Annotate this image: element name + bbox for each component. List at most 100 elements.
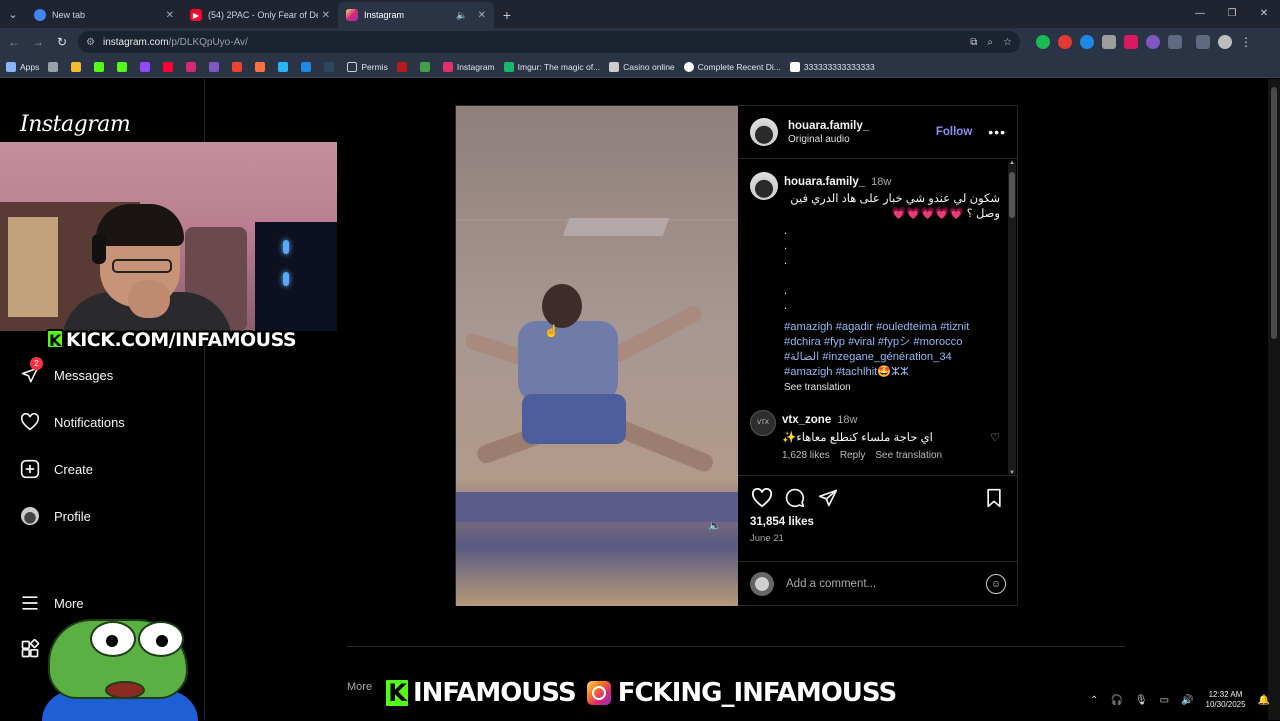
extensions-puzzle-icon[interactable] [1168, 35, 1182, 49]
caption-username[interactable]: houara.family_ [784, 176, 865, 188]
instagram-logo[interactable]: Instagram [20, 112, 131, 137]
bookmark-icon-only[interactable] [48, 61, 62, 72]
bookmark-icon-only[interactable] [163, 61, 177, 72]
hashtag-link[interactable]: #amazigh [784, 321, 833, 333]
page-scrollbar[interactable] [1268, 79, 1280, 720]
comments-scrollbar[interactable]: ▲ ▼ [1008, 160, 1016, 475]
bookmark-imgur[interactable]: Imgur: The magic of... [503, 61, 600, 72]
audio-toggle-icon[interactable]: 🔈 [708, 519, 722, 532]
microphone-icon[interactable]: 🎙 [1135, 695, 1148, 706]
bookmark-github[interactable]: Complete Recent Di... [683, 61, 781, 72]
hashtag-link[interactable]: #الضالة [784, 351, 819, 363]
minimize-button[interactable]: — [1184, 0, 1216, 26]
follow-button[interactable]: Follow [936, 126, 972, 138]
extension-blue-icon[interactable] [1080, 35, 1094, 49]
reload-button[interactable]: ↻ [50, 30, 74, 54]
likes-count[interactable]: 31,854 likes [750, 516, 814, 528]
install-app-icon[interactable]: ⧉ [970, 37, 977, 48]
bookmark-icon-only[interactable] [232, 61, 246, 72]
tab-instagram[interactable]: Instagram 🔈 ✕ [338, 2, 494, 28]
hashtag-link[interactable]: #ouledteima [876, 321, 937, 333]
extension-grey-icon[interactable] [1102, 35, 1116, 49]
hashtag-link[interactable]: #tiznit [940, 321, 969, 333]
scroll-down-arrow-icon[interactable]: ▼ [1008, 470, 1016, 475]
scrollbar-thumb[interactable] [1009, 172, 1015, 218]
tray-chevron-up-icon[interactable]: ⌃ [1090, 695, 1098, 706]
add-comment-input[interactable]: Add a comment... [786, 578, 986, 590]
headset-icon[interactable]: 🎧 [1110, 695, 1122, 706]
reading-list-icon[interactable] [1196, 35, 1210, 49]
hashtag-link[interactable]: #morocco [913, 336, 962, 348]
bookmark-icon-only[interactable] [419, 61, 434, 72]
hashtag-link[interactable]: #tachlhit🤩ⵣⵣ [836, 366, 909, 378]
bookmark-icon-only[interactable] [117, 61, 131, 72]
bookmark-x[interactable]: 333333333333333 [789, 61, 875, 72]
notifications-bell-icon[interactable]: 🔔 [1258, 695, 1270, 706]
see-translation-link[interactable]: See translation [784, 382, 1000, 393]
bookmark-icon-only[interactable] [71, 61, 85, 72]
author-avatar[interactable] [750, 118, 778, 146]
comment-avatar[interactable]: VTX [750, 410, 776, 436]
hashtag-link[interactable]: #fyp [824, 336, 845, 348]
volume-icon[interactable]: 🔊 [1181, 695, 1193, 706]
forward-button[interactable]: → [26, 30, 50, 54]
more-options-icon[interactable]: ••• [988, 124, 1006, 140]
scroll-up-arrow-icon[interactable]: ▲ [1008, 160, 1016, 166]
sidebar-item-profile[interactable]: Profile [20, 506, 91, 526]
site-info-icon[interactable]: ⚙ [86, 37, 95, 48]
clock[interactable]: 12:32 AM 10/30/2025 [1206, 690, 1246, 710]
sidebar-item-messages[interactable]: 2 Messages [20, 357, 113, 385]
close-tab-icon[interactable]: ✕ [166, 10, 174, 21]
bookmark-icon-only[interactable] [186, 61, 200, 72]
comment-reply-button[interactable]: Reply [840, 450, 866, 461]
comment-username[interactable]: vtx_zone [782, 414, 831, 426]
url-text[interactable]: instagram.com/p/DLKQpUyo-Av/ [103, 37, 970, 48]
network-icon[interactable]: ▭ [1160, 695, 1169, 706]
bookmark-icon-only[interactable] [396, 61, 411, 72]
emoji-icon[interactable]: ☺ [986, 574, 1006, 594]
caption-avatar[interactable] [750, 172, 778, 200]
hashtag-link[interactable]: #fypシ [878, 336, 910, 348]
extension-purple-icon[interactable] [1146, 35, 1160, 49]
author-username[interactable]: houara.family_ [788, 120, 936, 132]
comment-likes[interactable]: 1,628 likes [782, 450, 830, 461]
hashtag-link[interactable]: #agadir [836, 321, 873, 333]
chrome-menu-icon[interactable]: ⋮ [1240, 35, 1252, 49]
bookmark-star-icon[interactable]: ☆ [1003, 37, 1012, 48]
hashtag-link[interactable]: #dchira [784, 336, 821, 348]
tab-new-tab[interactable]: New tab ✕ [26, 2, 182, 28]
bookmark-icon-only[interactable] [301, 61, 315, 72]
restore-button[interactable]: ❐ [1216, 0, 1248, 26]
sidebar-item-notifications[interactable]: Notifications [20, 412, 125, 432]
comment-see-translation[interactable]: See translation [875, 450, 942, 461]
extension-pink-icon[interactable] [1124, 35, 1138, 49]
tab-search-button[interactable]: ⌄ [0, 0, 26, 28]
bookmark-instagram[interactable]: Instagram [442, 61, 495, 72]
speaker-icon[interactable]: 🔈 [456, 10, 467, 21]
comment-like-heart-icon[interactable]: ♡ [990, 431, 1000, 444]
bookmark-icon-only[interactable] [94, 61, 108, 72]
like-heart-icon[interactable] [750, 486, 774, 510]
sidebar-item-create[interactable]: Create [20, 459, 93, 479]
back-button[interactable]: ← [2, 30, 26, 54]
share-paper-plane-icon[interactable] [816, 486, 840, 510]
bookmark-apps[interactable]: Apps [6, 61, 39, 72]
save-bookmark-icon[interactable] [982, 486, 1006, 510]
bookmark-permis[interactable]: Permis [347, 61, 388, 72]
hashtag-link[interactable]: #amazigh [784, 366, 833, 378]
hashtag-link[interactable]: #viral [848, 336, 875, 348]
bookmark-icon-only[interactable] [278, 61, 292, 72]
extension-red-icon[interactable] [1058, 35, 1072, 49]
original-audio-link[interactable]: Original audio [788, 134, 936, 145]
bookmark-icon-only[interactable] [324, 61, 338, 72]
address-bar[interactable]: ⚙ instagram.com/p/DLKQpUyo-Av/ ⧉ ⌕ ☆ [78, 31, 1020, 53]
close-tab-icon[interactable]: ✕ [478, 10, 486, 21]
extension-green-icon[interactable] [1036, 35, 1050, 49]
page-scrollbar-thumb[interactable] [1271, 87, 1277, 339]
bookmark-icon-only[interactable] [255, 61, 269, 72]
zoom-icon[interactable]: ⌕ [987, 37, 993, 48]
bookmark-casino[interactable]: Casino online [609, 61, 675, 72]
comment-bubble-icon[interactable] [783, 486, 807, 510]
close-window-button[interactable]: ✕ [1248, 0, 1280, 26]
bookmark-icon-only[interactable] [209, 61, 223, 72]
